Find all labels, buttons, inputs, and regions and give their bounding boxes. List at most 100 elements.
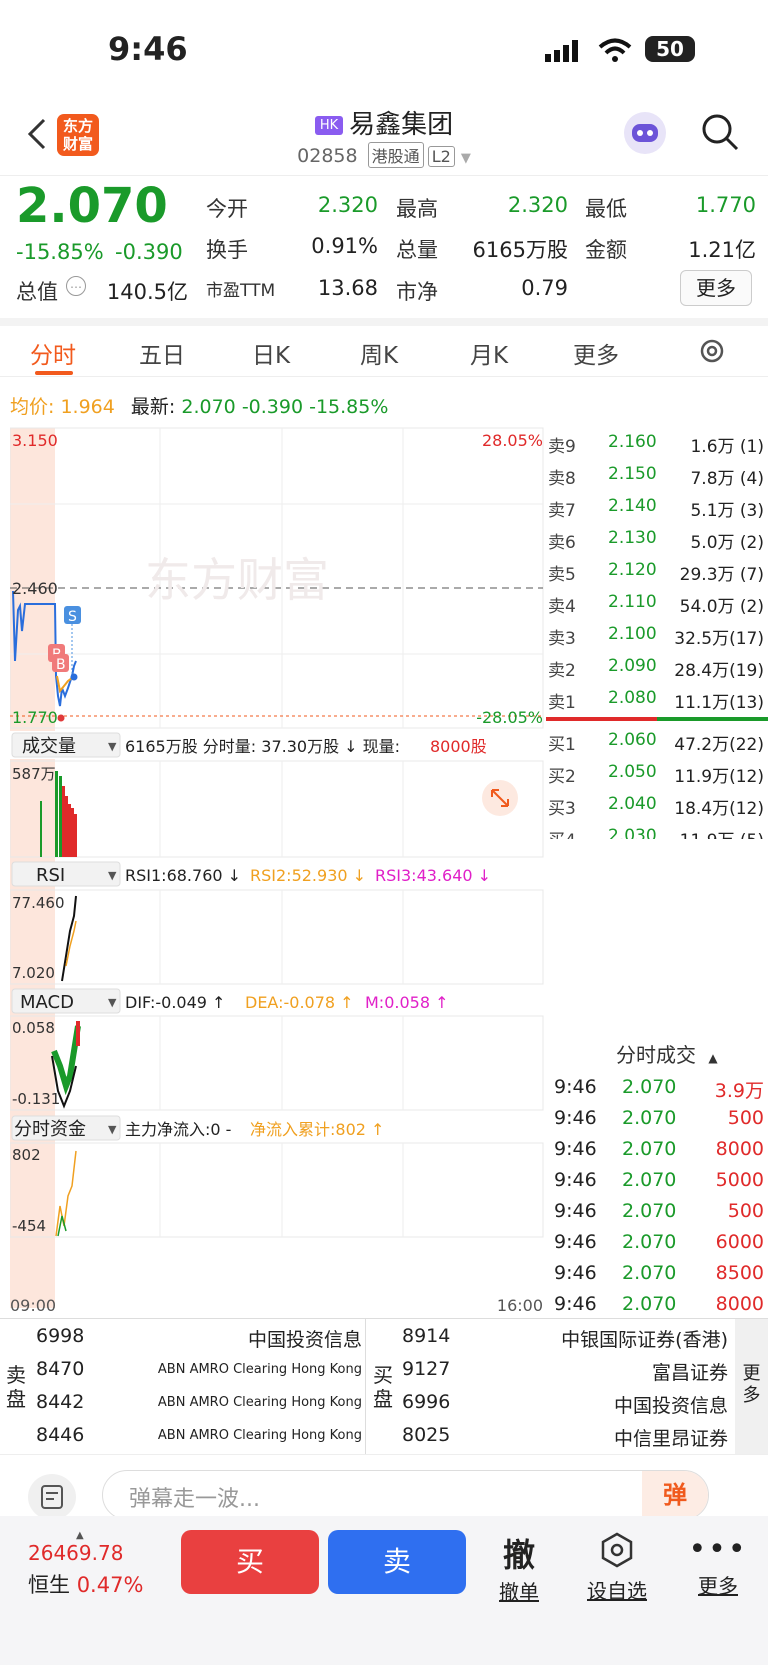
marker-b2-label: B: [56, 657, 66, 673]
level-volume: 54.0万 (2): [679, 597, 764, 617]
tick-volume: 8000: [715, 1293, 764, 1315]
level-price: 2.030: [608, 826, 657, 839]
orderbook-row[interactable]: 卖7 2.140 5.1万 (3): [546, 490, 768, 522]
index-widget[interactable]: ▲ 26469.78 恒生 0.47%: [28, 1530, 168, 1599]
y-bottom-label: 1.770: [12, 708, 58, 727]
broker-row[interactable]: 8914 中银国际证券(香港): [402, 1319, 732, 1352]
chart-tabs: 分时 五日 日K 周K 月K 更多: [0, 326, 768, 377]
broker-name: 中信里昂证券: [613, 1428, 728, 1450]
x-end-label: 16:00: [497, 1296, 543, 1315]
level-volume: 28.4万(19): [674, 661, 764, 681]
footer-more-button[interactable]: ••• 更多: [683, 1530, 753, 1599]
chevron-up-small-icon: ▲: [76, 1530, 84, 1541]
tick-row: 9:46 2.070 6000: [546, 1227, 768, 1258]
more-quote-button[interactable]: 更多: [680, 270, 752, 306]
broker-row[interactable]: 6998 中国投资信息: [36, 1319, 366, 1352]
orderbook-row[interactable]: 卖1 2.080 11.1万(13): [546, 682, 768, 714]
fund-selector-label: 分时资金: [14, 1119, 86, 1140]
fund-cum-label: 净流入累计:802 ↑: [250, 1120, 384, 1139]
tab-weekly-k[interactable]: 周K: [360, 336, 398, 370]
broker-row[interactable]: 8446 ABN AMRO Clearing Hong Kong: [36, 1418, 366, 1451]
robot-assistant-icon[interactable]: [624, 112, 666, 154]
level-price: 2.100: [608, 624, 657, 644]
tick-time: 9:46: [554, 1076, 597, 1098]
tick-price: 2.070: [622, 1293, 677, 1315]
label-pb: 市净: [396, 280, 438, 304]
status-time: 9:46: [108, 30, 188, 68]
tick-row: 9:46 2.070 5000: [546, 1165, 768, 1196]
comment-icon[interactable]: [28, 1474, 76, 1520]
level-label: 卖1: [548, 693, 576, 713]
orderbook-row[interactable]: 卖4 2.110 54.0万 (2): [546, 586, 768, 618]
broker-id: 9127: [402, 1358, 451, 1380]
avg-label: 均价:: [10, 396, 55, 418]
change-value: -0.390: [115, 240, 183, 264]
stock-header: 东方 财富 HK 易鑫集团 02858 港股通 L2 ▼: [0, 100, 768, 176]
orderbook-row[interactable]: 卖9 2.160 1.6万 (1): [546, 426, 768, 458]
footer-more-label: 更多: [698, 1574, 738, 1598]
tick-time: 9:46: [554, 1231, 597, 1253]
cancel-order-button[interactable]: 撤 撤单: [484, 1530, 554, 1605]
price-info-line: 均价: 1.964 最新: 2.070 -0.390 -15.85%: [10, 392, 388, 419]
rsi-selector: [11, 861, 121, 887]
dea-label: DEA:-0.078 ↑: [245, 993, 354, 1012]
tab-intraday[interactable]: 分时: [30, 336, 76, 370]
market-badge: HK: [314, 116, 344, 135]
broker-row[interactable]: 8025 中信里昂证券: [402, 1418, 732, 1451]
broker-row[interactable]: 9127 富昌证券: [402, 1352, 732, 1385]
battery-icon: 50: [645, 36, 695, 62]
orderbook-row[interactable]: 卖5 2.120 29.3万 (7): [546, 554, 768, 586]
broker-row[interactable]: 8470 ABN AMRO Clearing Hong Kong: [36, 1352, 366, 1385]
tick-price: 2.070: [622, 1231, 677, 1253]
sell-button[interactable]: 卖: [328, 1530, 466, 1594]
danmu-toggle-button[interactable]: 弹: [642, 1471, 708, 1519]
search-icon[interactable]: [700, 112, 740, 156]
tick-time: 9:46: [554, 1200, 597, 1222]
level-label: 买4: [548, 826, 576, 839]
tab-more[interactable]: 更多: [573, 336, 619, 370]
dropdown-icon: ▼: [460, 151, 471, 166]
broker-row[interactable]: 8442 ABN AMRO Clearing Hong Kong: [36, 1385, 366, 1418]
buy-button[interactable]: 买: [181, 1530, 319, 1594]
orderbook-row[interactable]: 买1 2.060 47.2万(22): [546, 724, 768, 756]
orderbook-row[interactable]: 卖3 2.100 32.5万(17): [546, 618, 768, 650]
orderbook-row[interactable]: 买3 2.040 18.4万(12): [546, 788, 768, 820]
level-label: 买1: [548, 735, 576, 755]
x-start-label: 09:00: [10, 1296, 56, 1315]
more-brokers-button[interactable]: 更多: [735, 1319, 768, 1454]
macd-bottom-label: -0.131: [12, 1090, 60, 1108]
ticks-title[interactable]: 分时成交 ▲: [546, 1038, 768, 1072]
danmu-input[interactable]: 弹幕走一波... 弹: [102, 1470, 709, 1520]
bottom-toolbar: ▲ 26469.78 恒生 0.47% 买 卖 撤 撤单 设自选 ••• 更多: [0, 1516, 768, 1665]
label-open: 今开: [206, 197, 248, 221]
tick-time: 9:46: [554, 1293, 597, 1315]
tab-five-day[interactable]: 五日: [139, 336, 185, 370]
tick-volume: 5000: [715, 1169, 764, 1191]
orderbook-row[interactable]: 买4 2.030 11.9万 (5): [546, 820, 768, 839]
broker-row[interactable]: 6996 中国投资信息: [402, 1385, 732, 1418]
broker-id: 6998: [36, 1325, 85, 1347]
macd-top-label: 0.058: [12, 1019, 55, 1037]
m-label: M:0.058 ↑: [365, 993, 449, 1012]
svg-text:▼: ▼: [108, 1123, 117, 1136]
orderbook-row[interactable]: 卖8 2.150 7.8万 (4): [546, 458, 768, 490]
index-value: 26469.78: [28, 1541, 124, 1565]
orderbook-row[interactable]: 卖2 2.090 28.4万(19): [546, 650, 768, 682]
tab-monthly-k[interactable]: 月K: [470, 336, 508, 370]
orderbook-row[interactable]: 买2 2.050 11.9万(12): [546, 756, 768, 788]
add-watchlist-button[interactable]: 设自选: [582, 1530, 652, 1604]
orderbook-row[interactable]: 卖6 2.130 5.0万 (2): [546, 522, 768, 554]
intraday-chart[interactable]: 东方财富 S B B 3.150 2.460 1.770 28.05% -28.…: [9, 426, 545, 1316]
info-icon[interactable]: …: [66, 276, 86, 296]
level-volume: 1.6万 (1): [690, 437, 764, 457]
broker-id: 8914: [402, 1325, 451, 1347]
tab-daily-k[interactable]: 日K: [252, 336, 290, 370]
level-label: 卖4: [548, 597, 576, 617]
sell-broker-label: 卖盘: [6, 1363, 26, 1411]
value-amount: 1.21亿: [688, 238, 756, 262]
tick-price: 2.070: [622, 1262, 677, 1284]
tick-volume: 8000: [715, 1138, 764, 1160]
gear-icon[interactable]: [697, 336, 727, 372]
volume-info: 6165万股 分时量: 37.30万股 ↓ 现量:: [125, 737, 400, 756]
broker-name: 富昌证券: [651, 1362, 728, 1384]
